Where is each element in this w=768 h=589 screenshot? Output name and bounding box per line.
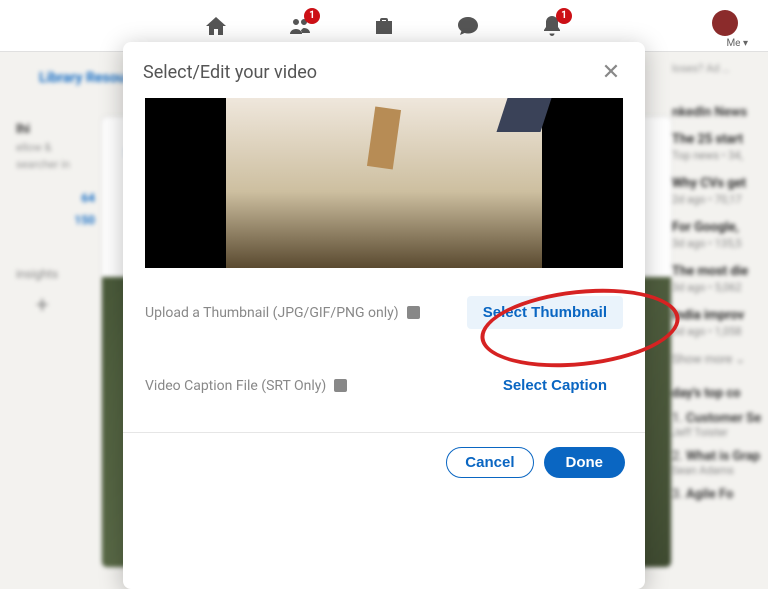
course-item[interactable]: 3. Agile Fo [672, 487, 764, 502]
info-icon[interactable] [334, 379, 347, 392]
info-icon[interactable] [407, 306, 420, 319]
ad-label: loses? Ad … [672, 62, 764, 75]
news-item[interactable]: Why CVs get2d ago • 70,17 [672, 176, 764, 206]
thumbnail-label: Upload a Thumbnail (JPG/GIF/PNG only) [145, 305, 399, 321]
profile-location: lhi [16, 122, 95, 137]
select-caption-button[interactable]: Select Caption [487, 369, 623, 402]
done-button[interactable]: Done [544, 447, 626, 478]
close-icon[interactable]: ✕ [597, 58, 625, 86]
caption-label: Video Caption File (SRT Only) [145, 378, 326, 394]
insights-label: insights [16, 267, 95, 281]
stat-1: 64 [16, 191, 95, 205]
news-item[interactable]: For Google,3d ago • 135,5 [672, 220, 764, 250]
video-preview [145, 98, 623, 268]
courses-header: day's top co [672, 386, 764, 401]
modal-title: Select/Edit your video [143, 62, 317, 83]
plus-icon[interactable]: + [36, 293, 95, 318]
show-more-link[interactable]: Show more ⌄ [672, 352, 764, 366]
stat-2: 150 [16, 213, 95, 227]
news-item[interactable]: The 25 startTop news • 34, [672, 132, 764, 162]
news-item[interactable]: India improv5d ago • 1,058 [672, 308, 764, 338]
news-list: The 25 startTop news • 34, Why CVs get2d… [672, 132, 764, 338]
profile-sub-2: searcher in [16, 158, 95, 171]
edit-video-modal: Select/Edit your video ✕ Upload a Thumbn… [123, 42, 645, 589]
course-item[interactable]: 1. Customer SeJeff Toister [672, 411, 764, 439]
profile-sub-1: ellow & [16, 141, 95, 154]
cancel-button[interactable]: Cancel [446, 447, 533, 478]
select-thumbnail-button[interactable]: Select Thumbnail [467, 296, 623, 329]
news-header: nkedIn News [672, 105, 764, 120]
course-item[interactable]: 2. What is GrapSean Adams [672, 449, 764, 477]
news-item[interactable]: The most die3d ago • 5,062 [672, 264, 764, 294]
